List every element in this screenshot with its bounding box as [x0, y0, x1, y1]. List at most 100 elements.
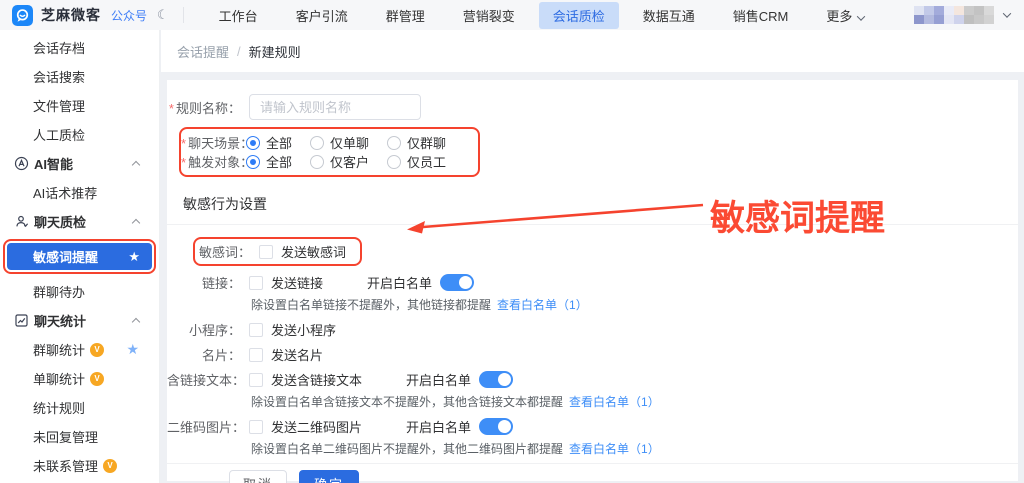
- radio-scene-single-only[interactable]: 仅单聊: [310, 133, 369, 152]
- sidebar-item-single-chat-stats[interactable]: 单聊统计 V: [0, 364, 159, 393]
- sidebar-item-label: 群聊统计: [33, 340, 85, 359]
- sidebar-item-session-archive[interactable]: 会话存档: [0, 33, 159, 62]
- link-text-whitelist-group: 开启白名单: [406, 370, 513, 389]
- chat-scene-row: *聊天场景： 全部 仅单聊 仅群聊: [181, 134, 464, 151]
- sidebar-item-label: 未联系管理: [33, 456, 98, 475]
- confirm-button[interactable]: 确定: [299, 470, 359, 483]
- breadcrumb-parent[interactable]: 会话提醒: [177, 42, 229, 61]
- sidebar-item-label: 会话存档: [33, 38, 85, 57]
- sidebar-item-ai-script-recommend[interactable]: AI话术推荐: [0, 178, 159, 207]
- radio-icon[interactable]: [387, 155, 401, 169]
- sidebar-item-label: 统计规则: [33, 398, 85, 417]
- new-rule-form-card: *规则名称： *聊天场景： 全部 仅单聊 仅群聊 *触发对象： 全部 仅客户 仅…: [167, 80, 1018, 481]
- sidebar-item-label: AI话术推荐: [33, 183, 97, 202]
- radio-icon[interactable]: [246, 136, 260, 150]
- chevron-up-icon: [132, 219, 140, 227]
- checkbox-label: 发送含链接文本: [271, 370, 362, 389]
- brand-tag[interactable]: 公众号: [111, 7, 147, 24]
- sidebar-item-session-search[interactable]: 会话搜索: [0, 62, 159, 91]
- qr-code-desc: 除设置白名单二维码图片不提醒外，其他二维码图片都提醒: [251, 440, 563, 457]
- sidebar-item-manual-inspection[interactable]: 人工质检: [0, 120, 159, 149]
- page-gap: [161, 72, 1024, 80]
- nav-item-customer-acquisition[interactable]: 客户引流: [282, 2, 362, 29]
- link-whitelist-toggle[interactable]: [440, 274, 474, 291]
- sidebar-item-uncontacted-management[interactable]: 未联系管理 V: [0, 451, 159, 480]
- sidebar-section-chat-inspection[interactable]: 聊天质检: [0, 207, 159, 236]
- qr-code-label: 二维码图片：: [167, 417, 249, 436]
- nav-item-marketing-fission[interactable]: 营销裂变: [449, 2, 529, 29]
- sidebar-item-group-todo[interactable]: 群聊待办: [0, 277, 159, 306]
- vip-badge-icon: V: [90, 343, 104, 357]
- checkbox-label: 发送名片: [271, 345, 323, 364]
- breadcrumb: 会话提醒 / 新建规则: [161, 30, 1024, 72]
- link-text-checkbox[interactable]: [249, 373, 263, 387]
- nav-item-more[interactable]: 更多: [812, 2, 878, 29]
- cancel-button[interactable]: 取消: [229, 470, 287, 483]
- qr-code-whitelist-group: 开启白名单: [406, 417, 513, 436]
- whitelist-label: 开启白名单: [406, 417, 471, 436]
- sidebar-item-group-chat-stats[interactable]: 群聊统计 V ★: [0, 335, 159, 364]
- topbar-divider: [183, 7, 184, 23]
- nav-item-data-interchange[interactable]: 数据互通: [629, 2, 709, 29]
- sidebar-item-label: 未回复管理: [33, 427, 98, 446]
- sidebar-section-ai[interactable]: AI智能: [0, 149, 159, 178]
- avatar[interactable]: [914, 6, 994, 24]
- sidebar-item-sensitive-word-reminder[interactable]: 敏感词提醒 ★: [7, 243, 152, 270]
- qr-code-desc-row: 除设置白名单二维码图片不提醒外，其他二维码图片都提醒 查看白名单（1）: [167, 440, 1018, 456]
- favorite-star-icon[interactable]: ★: [128, 249, 140, 265]
- radio-target-customer-only[interactable]: 仅客户: [310, 152, 369, 171]
- radio-icon[interactable]: [246, 155, 260, 169]
- dark-mode-icon[interactable]: ☾: [157, 7, 169, 23]
- breadcrumb-separator: /: [237, 44, 241, 59]
- brand-name: 芝麻微客: [41, 5, 101, 25]
- sidebar-item-unreplied-management[interactable]: 未回复管理: [0, 422, 159, 451]
- link-desc-row: 除设置白名单链接不提醒外，其他链接都提醒 查看白名单（1）: [167, 296, 1018, 312]
- favorite-star-icon[interactable]: ★: [126, 341, 139, 358]
- nav-item-session-inspection[interactable]: 会话质检: [539, 2, 619, 29]
- mini-program-label: 小程序：: [167, 320, 249, 339]
- radio-icon[interactable]: [310, 155, 324, 169]
- link-checkbox[interactable]: [249, 276, 263, 290]
- radio-scene-all[interactable]: 全部: [246, 133, 292, 152]
- radio-scene-group-only[interactable]: 仅群聊: [387, 133, 446, 152]
- vip-badge-icon: V: [103, 459, 117, 473]
- view-whitelist-link[interactable]: 查看白名单（1）: [569, 393, 660, 410]
- view-whitelist-link[interactable]: 查看白名单（1）: [569, 440, 660, 457]
- checkbox-label: 发送小程序: [271, 320, 336, 339]
- radio-target-employee-only[interactable]: 仅员工: [387, 152, 446, 171]
- link-label: 链接：: [167, 273, 249, 292]
- nav-item-workbench[interactable]: 工作台: [205, 2, 272, 29]
- sensitive-word-checkbox[interactable]: [259, 245, 273, 259]
- annotation-box-sensitive-word: 敏感词： 发送敏感词: [193, 237, 362, 266]
- user-account[interactable]: [914, 6, 1012, 24]
- person-check-icon: [14, 214, 29, 229]
- radio-label: 全部: [266, 133, 292, 152]
- rule-name-input[interactable]: [249, 94, 421, 120]
- nav-more-label: 更多: [826, 9, 852, 24]
- radio-icon[interactable]: [387, 136, 401, 150]
- mini-program-checkbox[interactable]: [249, 323, 263, 337]
- qr-code-checkbox[interactable]: [249, 420, 263, 434]
- nav-item-group-management[interactable]: 群管理: [372, 2, 439, 29]
- chevron-down-icon[interactable]: [1003, 9, 1011, 17]
- nav-item-sales-crm[interactable]: 销售CRM: [719, 2, 803, 29]
- qr-code-row: 二维码图片： 发送二维码图片 开启白名单: [167, 418, 1018, 435]
- sidebar-section-chat-statistics[interactable]: 聊天统计: [0, 306, 159, 335]
- radio-label: 全部: [266, 152, 292, 171]
- label-text: 聊天场景：: [188, 136, 253, 151]
- chat-scene-label: *聊天场景：: [181, 133, 246, 152]
- sidebar-item-file-management[interactable]: 文件管理: [0, 91, 159, 120]
- link-text-whitelist-toggle[interactable]: [479, 371, 513, 388]
- sidebar-item-label: 会话搜索: [33, 67, 85, 86]
- business-card-label: 名片：: [167, 345, 249, 364]
- qr-code-whitelist-toggle[interactable]: [479, 418, 513, 435]
- radio-icon[interactable]: [310, 136, 324, 150]
- view-whitelist-link[interactable]: 查看白名单（1）: [497, 296, 588, 313]
- trigger-target-radio-group: 全部 仅客户 仅员工: [246, 152, 464, 171]
- chart-icon: [14, 313, 29, 328]
- link-row: 链接： 发送链接 开启白名单: [167, 274, 1018, 291]
- sidebar-item-stats-rules[interactable]: 统计规则: [0, 393, 159, 422]
- radio-target-all[interactable]: 全部: [246, 152, 292, 171]
- form-footer: 取消 确定: [167, 464, 1018, 483]
- business-card-checkbox[interactable]: [249, 348, 263, 362]
